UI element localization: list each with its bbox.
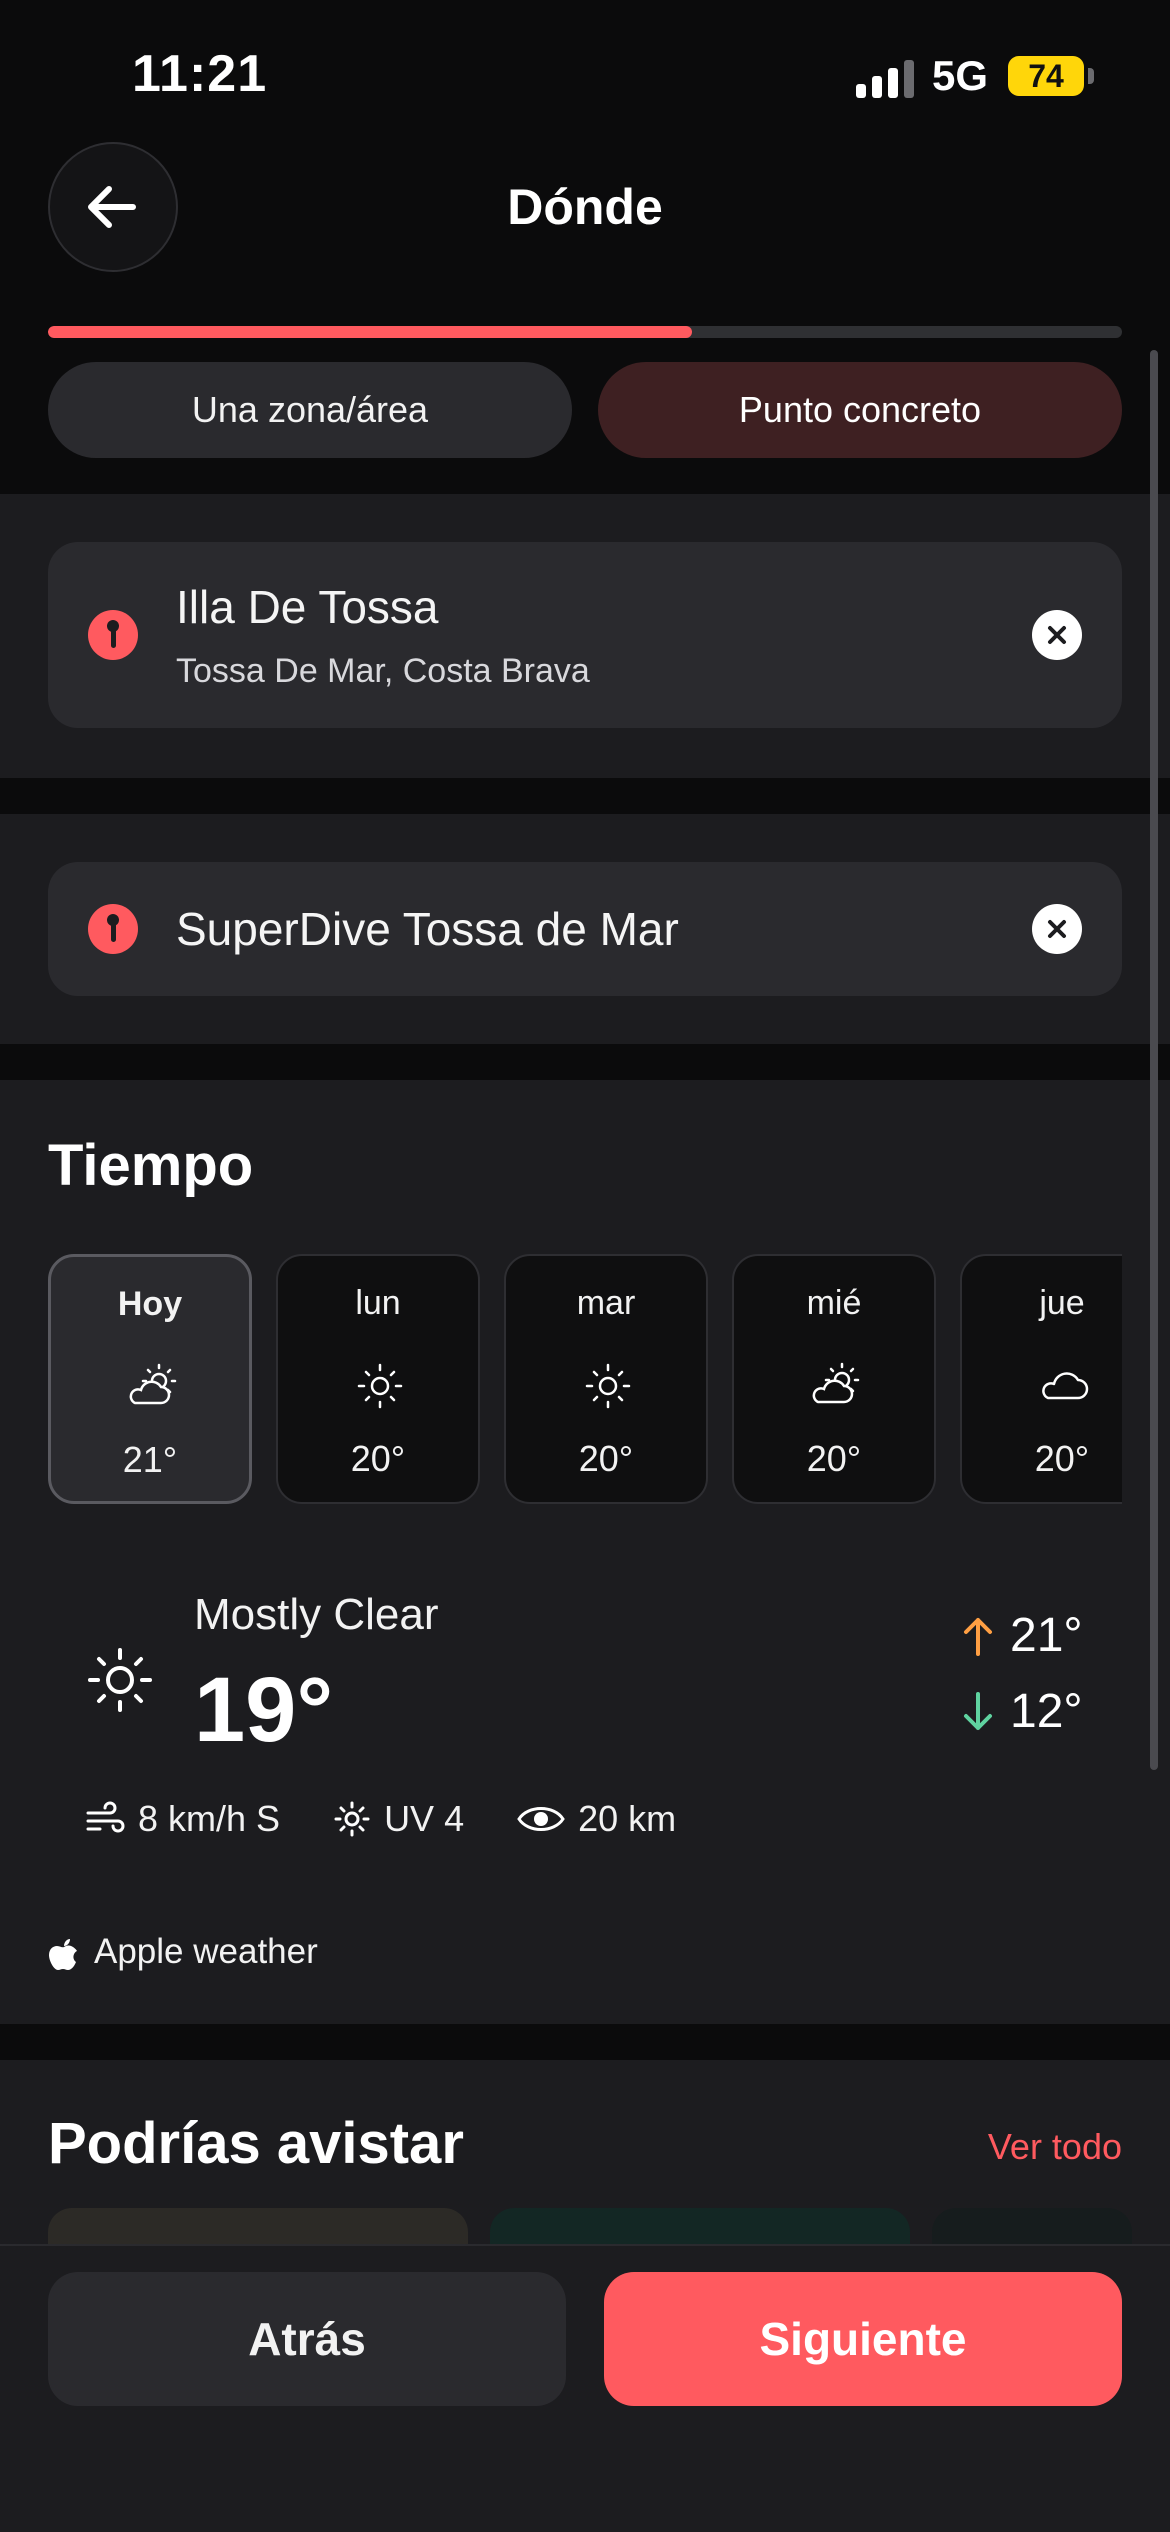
dive-center-section: SuperDive Tossa de Mar (0, 814, 1170, 1044)
page-title: Dónde (507, 179, 663, 235)
partly-cloudy-icon (812, 1362, 860, 1404)
clear-location-button[interactable] (1032, 610, 1082, 660)
day-temp: 21° (122, 1439, 178, 1480)
forecast-day[interactable]: jue 20° (960, 1254, 1122, 1504)
see-all-link[interactable]: Ver todo (988, 2126, 1122, 2168)
sightings-title: Podrías avistar (48, 2111, 464, 2176)
dive-center-title: SuperDive Tossa de Mar (176, 903, 679, 955)
battery-tip (1088, 68, 1094, 84)
temp-high: 21° (960, 1608, 1083, 1663)
day-name: jue (1039, 1284, 1085, 1322)
location-section: Illa De Tossa Tossa De Mar, Costa Brava (0, 494, 1170, 778)
sun-icon (357, 1363, 403, 1409)
temp-low-value: 12° (1010, 1685, 1083, 1738)
forecast-day[interactable]: Hoy 21° (48, 1254, 252, 1504)
scrollbar[interactable] (1150, 350, 1158, 1770)
location-title: Illa De Tossa (176, 581, 439, 633)
status-time: 11:21 (132, 45, 268, 103)
forecast-day[interactable]: mié 20° (732, 1254, 936, 1504)
wind-value: 8 km/h S (138, 1798, 281, 1839)
footer-bar: Atrás Siguiente (0, 2244, 1170, 2532)
sun-icon (585, 1363, 631, 1409)
location-subtitle: Tossa De Mar, Costa Brava (176, 652, 590, 690)
temp-low: 12° (960, 1684, 1083, 1739)
current-temperature: 19° (194, 1659, 334, 1761)
day-name: Hoy (117, 1285, 183, 1323)
eye-icon (517, 1807, 565, 1831)
day-temp: 20° (806, 1438, 862, 1479)
partly-cloudy-icon (129, 1363, 177, 1405)
battery-icon: 74 (1008, 56, 1084, 96)
day-temp: 20° (1034, 1438, 1090, 1479)
close-icon (1048, 626, 1066, 644)
progress-fill (48, 326, 693, 338)
signal-icon (856, 60, 916, 98)
sun-icon (334, 1801, 370, 1837)
tab-una-zona[interactable]: Una zona/área (48, 362, 572, 458)
location-card[interactable]: Illa De Tossa Tossa De Mar, Costa Brava (48, 542, 1122, 728)
status-bar: 11:21 5G 74 (0, 0, 1170, 140)
visibility-metric: 20 km (516, 1798, 676, 1840)
day-name: mar (576, 1284, 636, 1322)
weather-metrics: 8 km/h S UV 4 20 km (84, 1798, 728, 1840)
weather-title: Tiempo (48, 1133, 254, 1198)
temp-high-value: 21° (1010, 1609, 1083, 1662)
day-name: lun (355, 1284, 401, 1322)
apple-icon (49, 1939, 77, 1970)
sun-icon (88, 1648, 152, 1712)
visibility-value: 20 km (578, 1798, 677, 1839)
forecast-day[interactable]: mar 20° (504, 1254, 708, 1504)
weather-credit[interactable]: Apple weather (48, 1932, 318, 1972)
wind-icon (86, 1801, 125, 1833)
close-icon (1048, 920, 1066, 938)
pin-icon (88, 610, 138, 660)
weather-section (0, 1080, 1170, 2024)
screen: 11:21 5G 74 Dónde Una zona/área Punto co… (0, 0, 1170, 2532)
wind-metric: 8 km/h S (84, 1798, 280, 1840)
forecast-strip: Hoy 21° lun 20° mar 20° mié 20° jue 20° (48, 1254, 1122, 1504)
pin-icon (88, 904, 138, 954)
back-footer-button[interactable]: Atrás (48, 2272, 566, 2406)
network-type: 5G (932, 52, 989, 99)
weather-credit-label: Apple weather (94, 1932, 318, 1971)
weather-condition: Mostly Clear (194, 1590, 439, 1639)
arrow-down-icon (964, 1691, 992, 1730)
day-temp: 20° (578, 1438, 634, 1479)
dive-center-card[interactable]: SuperDive Tossa de Mar (48, 862, 1122, 996)
clear-dive-center-button[interactable] (1032, 904, 1082, 954)
next-button[interactable]: Siguiente (604, 2272, 1122, 2406)
cloud-icon (1042, 1372, 1089, 1400)
tab-punto-concreto[interactable]: Punto concreto (598, 362, 1122, 458)
day-temp: 20° (350, 1438, 406, 1479)
day-name: mié (806, 1284, 862, 1322)
progress-bar (48, 326, 1122, 338)
uv-metric: UV 4 (332, 1798, 464, 1840)
forecast-day[interactable]: lun 20° (276, 1254, 480, 1504)
uv-value: UV 4 (384, 1798, 465, 1839)
arrow-up-icon (964, 1617, 992, 1656)
